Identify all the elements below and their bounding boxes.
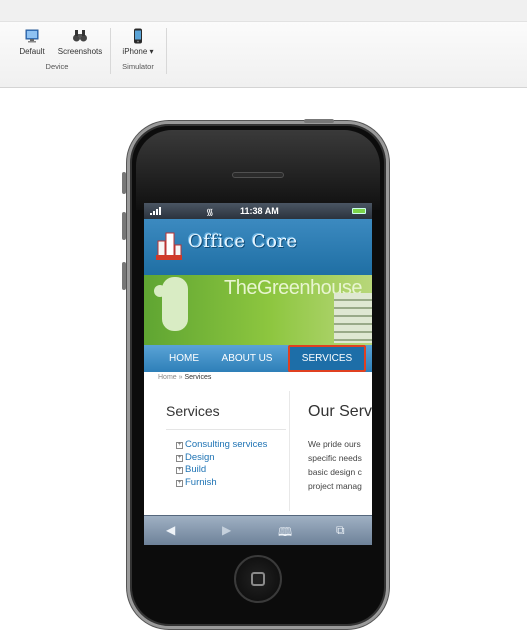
simulator-group-label: Simulator <box>122 62 154 71</box>
sidebar-item-label: Furnish <box>185 476 217 488</box>
breadcrumb-current: Services <box>184 374 212 381</box>
banner-figure <box>162 277 188 331</box>
screenshots-button[interactable]: Screenshots <box>54 26 106 60</box>
iphone-dropdown-label: iPhone ▾ <box>122 47 154 56</box>
ribbon-toolbar: Default Screenshots Device iPhone ▾ Simu… <box>0 0 527 88</box>
sidebar-item-design[interactable]: + Design <box>176 452 267 465</box>
breadcrumb: Home » Services <box>158 374 211 381</box>
ribbon-separator <box>110 28 111 74</box>
ribbon-separator <box>166 28 167 74</box>
sidebar-item-furnish[interactable]: + Furnish <box>176 477 267 490</box>
iphone-icon <box>134 28 142 44</box>
site-logo-text[interactable]: Office Core <box>188 231 298 252</box>
plus-box-icon: + <box>176 442 183 449</box>
buildings-logo-icon <box>156 232 182 260</box>
breadcrumb-home[interactable]: Home <box>158 374 177 381</box>
main-heading: Our Serv <box>308 403 372 420</box>
sidebar-item-label: Design <box>185 451 215 463</box>
status-time: 11:38 AM <box>240 206 279 216</box>
back-arrow-icon[interactable]: ◀ <box>166 523 175 537</box>
plus-box-icon: + <box>176 479 183 487</box>
device-group: Default Screenshots Device <box>6 26 108 76</box>
banner-shelves-image <box>334 293 372 343</box>
volume-down-button[interactable] <box>122 212 126 240</box>
sleep-wake-button[interactable] <box>304 119 334 123</box>
safari-toolbar: ◀ ▶ 🕮 ⧉ <box>144 515 372 545</box>
services-list: + Consulting services + Design + Build + Fur… <box>176 439 267 489</box>
volume-up-button[interactable] <box>122 172 126 194</box>
forward-arrow-icon[interactable]: ▶ <box>222 523 231 537</box>
status-bar: ᯾ 11:38 AM <box>144 203 372 219</box>
sidebar-item-consulting[interactable]: + Consulting services <box>176 439 267 452</box>
plus-box-icon: + <box>176 454 183 462</box>
phone-screen: ᯾ 11:38 AM Office Core TheGreenhouse HOM… <box>144 203 372 545</box>
iphone-simulator-dropdown[interactable]: iPhone ▾ <box>114 26 162 60</box>
services-sidebar: Services + Consulting services + Design + B… <box>154 391 290 511</box>
monitor-icon <box>25 29 39 43</box>
device-group-label: Device <box>45 62 69 71</box>
nav-about-us[interactable]: ABOUT US <box>214 345 280 372</box>
sidebar-item-build[interactable]: + Build <box>176 464 267 477</box>
plus-box-icon: + <box>176 467 183 474</box>
sidebar-item-label: Build <box>185 464 207 475</box>
sidebar-title: Services <box>166 403 220 419</box>
ribbon-body: Default Screenshots Device iPhone ▾ Simu… <box>0 22 527 88</box>
default-button[interactable]: Default <box>8 26 56 60</box>
default-button-label: Default <box>19 47 45 56</box>
ribbon-title-strip <box>0 0 527 22</box>
paragraph-line: project manag <box>308 481 362 491</box>
home-square-icon <box>251 572 265 586</box>
sidebar-item-label: Consulting services <box>185 439 268 450</box>
signal-strength-icon <box>150 207 164 215</box>
pages-icon[interactable]: ⧉ <box>336 523 345 538</box>
sidebar-divider <box>166 429 286 430</box>
bookmarks-icon[interactable]: 🕮 <box>278 523 292 544</box>
site-header: Office Core <box>144 219 372 275</box>
phone-top-bezel <box>136 130 380 210</box>
side-switch[interactable] <box>122 262 126 290</box>
main-paragraph: We pride ours specific needs basic desig… <box>308 437 372 493</box>
wifi-icon: ᯾ <box>206 207 214 217</box>
paragraph-line: We pride ours <box>308 439 361 449</box>
battery-icon <box>352 208 366 214</box>
paragraph-line: specific needs <box>308 453 362 463</box>
banner-figure-head <box>154 285 166 297</box>
hero-banner: TheGreenhouse <box>144 275 372 345</box>
nav-home[interactable]: HOME <box>162 345 206 372</box>
earpiece-speaker <box>232 172 284 178</box>
breadcrumb-separator: » <box>178 374 183 381</box>
page-content: Services + Consulting services + Design + B… <box>144 385 372 515</box>
screenshots-button-label: Screenshots <box>57 47 103 56</box>
site-nav: HOME ABOUT US SERVICES <box>144 345 372 372</box>
paragraph-line: basic design c <box>308 467 362 477</box>
simulator-group: iPhone ▾ Simulator <box>112 26 164 76</box>
nav-services[interactable]: SERVICES <box>288 345 366 372</box>
home-button[interactable] <box>234 555 282 603</box>
binoculars-icon <box>73 30 87 42</box>
